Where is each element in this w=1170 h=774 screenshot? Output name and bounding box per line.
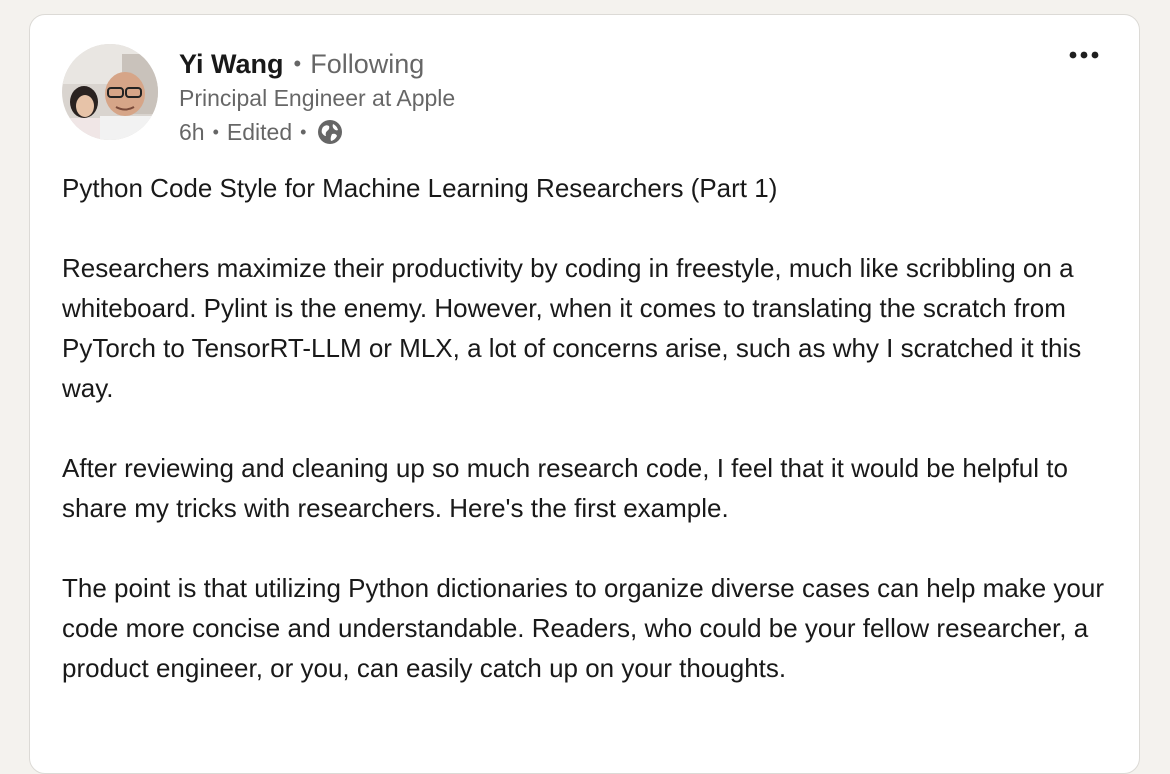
post-paragraph: After reviewing and cleaning up so much …: [62, 453, 1068, 523]
more-horizontal-icon: [1069, 51, 1099, 59]
post-title: Python Code Style for Machine Learning R…: [62, 173, 778, 203]
author-name[interactable]: Yi Wang: [179, 49, 284, 80]
post-body: Python Code Style for Machine Learning R…: [62, 168, 1122, 728]
post-card: Yi Wang • Following Principal Engineer a…: [29, 14, 1140, 774]
follow-status: Following: [310, 48, 425, 79]
avatar-photo: [62, 44, 158, 140]
separator-dot: •: [212, 121, 219, 142]
author-avatar[interactable]: [62, 44, 158, 140]
edited-label: Edited: [226, 118, 293, 145]
post-time: 6h: [179, 118, 205, 145]
separator-dot: •: [293, 51, 302, 76]
post-paragraph: Researchers maximize their productivity …: [62, 253, 1082, 403]
author-headline: Principal Engineer at Apple: [179, 85, 456, 111]
globe-icon: [316, 118, 344, 146]
more-options-button[interactable]: [1060, 37, 1108, 73]
post-meta: 6h • Edited •: [179, 117, 344, 147]
post-paragraph: The point is that utilizing Python dicti…: [62, 573, 1105, 683]
author-name-row: Yi Wang • Following: [179, 46, 424, 82]
separator-dot: •: [300, 121, 307, 142]
